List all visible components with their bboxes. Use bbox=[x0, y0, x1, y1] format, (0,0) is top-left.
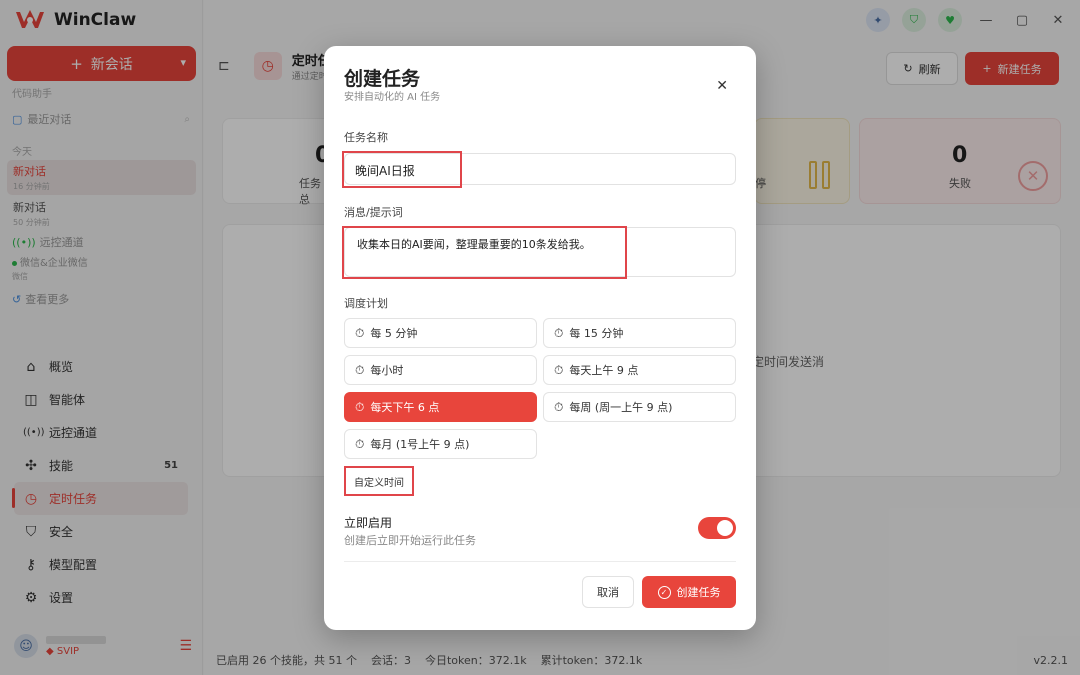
schedule-option-label: 每月 (1号上午 9 点) bbox=[370, 438, 470, 451]
timer-icon: ⏱ bbox=[355, 399, 365, 414]
schedule-label: 调度计划 bbox=[344, 297, 388, 310]
custom-time-link[interactable]: 自定义时间 bbox=[344, 466, 414, 496]
schedule-option-label: 每 5 分钟 bbox=[370, 327, 418, 340]
enable-description: 创建后立即开始运行此任务 bbox=[344, 534, 476, 547]
message-label: 消息/提示词 bbox=[344, 206, 403, 219]
divider bbox=[344, 561, 736, 562]
timer-icon: ⏱ bbox=[554, 399, 564, 414]
dialog-title: 创建任务 bbox=[344, 68, 421, 90]
schedule-option[interactable]: ⏱ 每 15 分钟 bbox=[543, 318, 736, 348]
cancel-button[interactable]: 取消 bbox=[582, 576, 634, 608]
task-name-label: 任务名称 bbox=[344, 131, 388, 144]
create-task-dialog: 创建任务 安排自动化的 AI 任务 ✕ 任务名称 晚间AI日报 消息/提示词 收… bbox=[324, 46, 756, 630]
close-icon[interactable]: ✕ bbox=[716, 78, 728, 94]
schedule-option-label: 每天下午 6 点 bbox=[370, 401, 440, 414]
enable-toggle[interactable] bbox=[698, 517, 736, 539]
message-textarea[interactable]: 收集本日的AI要闻，整理最重要的10条发给我。 bbox=[344, 227, 736, 277]
task-name-input[interactable]: 晚间AI日报 bbox=[344, 153, 736, 185]
toggle-knob bbox=[717, 520, 733, 536]
check-circle-icon: ✓ bbox=[657, 585, 671, 599]
schedule-option-selected[interactable]: ⏱ 每天下午 6 点 bbox=[344, 392, 537, 422]
schedule-option-label: 每天上午 9 点 bbox=[569, 364, 639, 377]
enable-title: 立即启用 bbox=[344, 516, 393, 530]
schedule-option[interactable]: ⏱ 每小时 bbox=[344, 355, 537, 385]
timer-icon: ⏱ bbox=[355, 362, 365, 377]
schedule-option-label: 每周 (周一上午 9 点) bbox=[569, 401, 673, 414]
schedule-option[interactable]: ⏱ 每天上午 9 点 bbox=[543, 355, 736, 385]
timer-icon: ⏱ bbox=[355, 325, 365, 340]
schedule-option-label: 每小时 bbox=[370, 364, 404, 377]
timer-icon: ⏱ bbox=[355, 436, 365, 451]
timer-icon: ⏱ bbox=[554, 325, 564, 340]
create-task-button[interactable]: ✓ 创建任务 bbox=[642, 576, 736, 608]
schedule-option[interactable]: ⏱ 每周 (周一上午 9 点) bbox=[543, 392, 736, 422]
schedule-option[interactable]: ⏱ 每月 (1号上午 9 点) bbox=[344, 429, 537, 459]
dialog-subtitle: 安排自动化的 AI 任务 bbox=[344, 92, 441, 103]
timer-icon: ⏱ bbox=[554, 362, 564, 377]
schedule-option-label: 每 15 分钟 bbox=[569, 327, 624, 340]
create-task-label: 创建任务 bbox=[676, 586, 721, 599]
schedule-option[interactable]: ⏱ 每 5 分钟 bbox=[344, 318, 537, 348]
